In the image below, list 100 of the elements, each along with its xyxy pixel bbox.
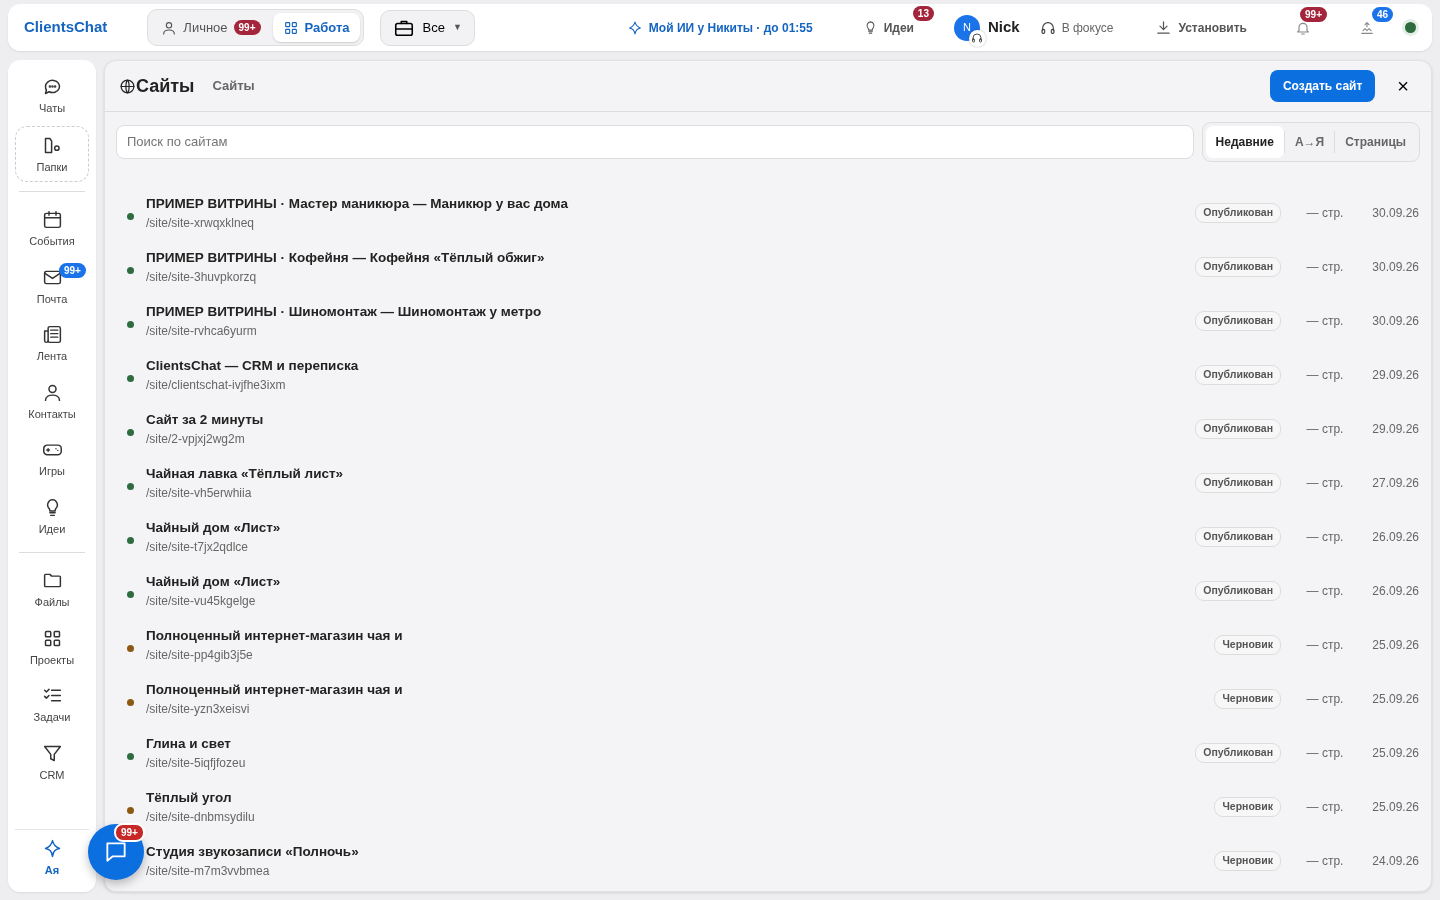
site-date: 26.09.26 [1371,583,1419,600]
site-title[interactable]: Глина и свет [146,733,1184,755]
site-path: /site/site-yzn3xeisvi [146,701,251,719]
site-title[interactable]: ПРИМЕР ВИТРИНЫ · Шиномонтаж — Шиномонтаж у метро [146,301,1184,323]
status-tag: Опубликован [1195,365,1281,385]
site-path: /site/site-vh5erwhiia [146,485,253,503]
site-title[interactable]: Полноценный интернет-магазин чая и [146,625,1203,647]
mode-tab[interactable]: Личное 99+ [151,12,271,43]
status-tag: Опубликован [1195,581,1281,601]
status-tag: Черновик [1214,797,1281,817]
search-field[interactable]: Поиск по сайтам [116,125,1194,159]
sidebar-item[interactable]: Контакты [15,373,89,428]
site-title[interactable]: ПРИМЕР ВИТРИНЫ · Кофейня — Кофейня «Тёплый обжиг» [146,247,1184,269]
sidebar-item[interactable]: Задачи [15,677,89,732]
close-button[interactable]: × [1391,75,1415,97]
site-title[interactable]: Чайная лавка «Тёплый лист» [146,463,1184,485]
sidebar-item[interactable]: Чаты [15,68,89,123]
page-count: — стр. [1305,259,1345,276]
count-badge: 99+ [1300,6,1327,22]
site-date: 29.09.26 [1371,367,1419,384]
status-tag: Черновик [1214,635,1281,655]
site-path: /site/site-dnbmsydilu [146,809,256,827]
sidebar-item[interactable]: Лента [15,316,89,371]
status-tag: Опубликован [1195,203,1281,223]
status-tag: Опубликован [1195,311,1281,331]
sidebar-item[interactable]: Ая [15,828,89,884]
page-count: — стр. [1305,691,1345,708]
user-name: Nick [987,17,1020,38]
page-count: — стр. [1305,205,1345,222]
site-title[interactable]: ClientsChat — CRM и переписка [146,355,1184,377]
sidebar-item[interactable]: Папки [15,125,89,182]
site-date: 30.09.26 [1371,259,1419,276]
site-date: 30.09.26 [1371,313,1419,330]
site-title[interactable]: ПРИМЕР ВИТРИНЫ · Мастер маникюра — Маникюр у вас дома [146,193,1184,215]
site-date: 25.09.26 [1371,799,1419,816]
site-title[interactable]: Тёплый угол [146,787,1203,809]
site-path: /site/site-vu45kgelge [146,593,257,611]
site-path: /site/clientschat-ivjfhe3ixm [146,377,287,395]
site-path: /site/site-pp4gib3j5e [146,647,254,665]
sidebar-item[interactable]: Почта 99+ [15,258,89,313]
workspace-dropdown[interactable]: Все ▼ [379,9,475,46]
sidebar-item[interactable]: Игры [15,431,89,486]
site-path: /site/site-3huvpkorzq [146,269,258,287]
panel-title: Сайты [136,74,195,98]
status-tag: Черновик [1214,689,1281,709]
site-title[interactable]: Чайный дом «Лист» [146,571,1184,593]
focus-button[interactable]: В фокусе [1033,17,1120,38]
status-tag: Опубликован [1195,743,1281,763]
page-count: — стр. [1305,421,1345,438]
site-path: /site/site-rvhca6yurm [146,323,258,341]
site-title[interactable]: Полноценный интернет-магазин чая и [146,679,1203,701]
sidebar-item[interactable]: Файлы [15,562,89,617]
status-tag: Опубликован [1195,419,1281,439]
site-path: /site/site-xrwqxklneq [146,215,256,233]
page-count: — стр. [1305,367,1345,384]
site-date: 30.09.26 [1371,205,1419,222]
status-tag: Опубликован [1195,473,1281,493]
site-date: 25.09.26 [1371,637,1419,654]
site-date: 26.09.26 [1371,529,1419,546]
sort-tab[interactable]: Страницы [1334,131,1416,153]
page-count: — стр. [1305,799,1345,816]
site-path: /site/site-m7m3vvbmea [146,863,271,881]
site-path: /site/2-vpjxj2wg2m [146,431,246,449]
brand-logo[interactable]: ClientsChat [24,16,108,39]
page-count: — стр. [1305,583,1345,600]
sidebar-item[interactable]: Идеи [15,488,89,543]
site-title[interactable]: Студия звукозаписи «Полночь» [146,841,1203,863]
count-badge: 13 [912,5,934,21]
status-tag: Опубликован [1195,527,1281,547]
install-button[interactable]: Установить [1149,17,1253,38]
breadcrumb: Сайты [212,77,255,96]
site-date: 24.09.26 [1371,853,1419,870]
site-path: /site/site-t7jx2qdlce [146,539,250,557]
site-title[interactable]: Сайт за 2 минуты [146,409,1184,431]
page-count: — стр. [1305,637,1345,654]
site-date: 27.09.26 [1371,475,1419,492]
page-count: — стр. [1305,313,1345,330]
count-badge: 46 [1371,6,1393,22]
site-date: 25.09.26 [1371,745,1419,762]
site-date: 29.09.26 [1371,421,1419,438]
page-count: — стр. [1305,745,1345,762]
count-badge: 99+ [59,262,86,278]
site-title[interactable]: Чайный дом «Лист» [146,517,1184,539]
page-count: — стр. [1305,853,1345,870]
site-date: 25.09.26 [1371,691,1419,708]
mode-tab[interactable]: Работа [272,12,360,43]
page-count: — стр. [1305,475,1345,492]
sidebar-item[interactable]: CRM [15,734,89,789]
count-badge: 99+ [114,823,145,842]
sort-tab[interactable]: Недавние [1205,126,1284,158]
site-path: /site/site-5iqfjfozeu [146,755,247,773]
page-count: — стр. [1305,529,1345,546]
ai-link[interactable]: Мой ИИ у Никиты · до 01:55 [620,17,819,38]
create-site-button[interactable]: Создать сайт [1269,70,1376,102]
user-avatar[interactable]: N [953,14,980,41]
sidebar-item[interactable]: События [15,201,89,256]
status-tag: Опубликован [1195,257,1281,277]
count-badge: 99+ [233,20,261,35]
sort-tab[interactable]: А→Я [1283,131,1335,153]
sidebar-item[interactable]: Проекты [15,619,89,674]
